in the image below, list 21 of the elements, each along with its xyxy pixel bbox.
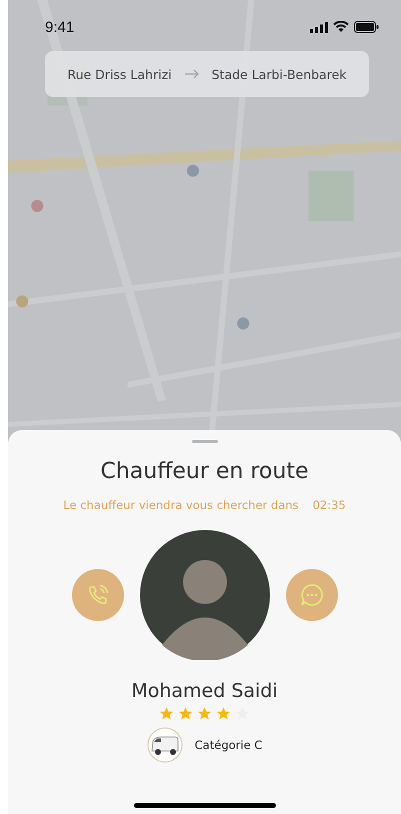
star-icon [159,706,174,721]
battery-icon [354,21,379,33]
chat-bubble-icon [298,582,324,608]
van-icon [146,727,183,763]
star-icon [178,706,193,721]
sheet-title: Chauffeur en route [100,459,308,484]
vehicle-category: Catégorie C [194,738,262,752]
status-time: 9:41 [45,18,74,36]
eta-label: Le chauffeur viendra vous chercher dans [63,498,299,512]
driver-name: Mohamed Saidi [131,680,278,702]
message-button[interactable] [286,569,338,621]
star-icon [197,706,212,721]
route-origin: Rue Driss Lahrizi [67,66,172,82]
drag-handle[interactable] [192,440,218,443]
signal-icon [310,22,328,32]
arrow-icon [184,69,200,79]
call-button[interactable] [72,569,124,621]
route-destination: Stade Larbi-Benbarek [212,66,347,82]
star-icon [216,706,231,721]
eta-time: 02:35 [312,498,346,512]
wifi-icon [333,21,349,33]
